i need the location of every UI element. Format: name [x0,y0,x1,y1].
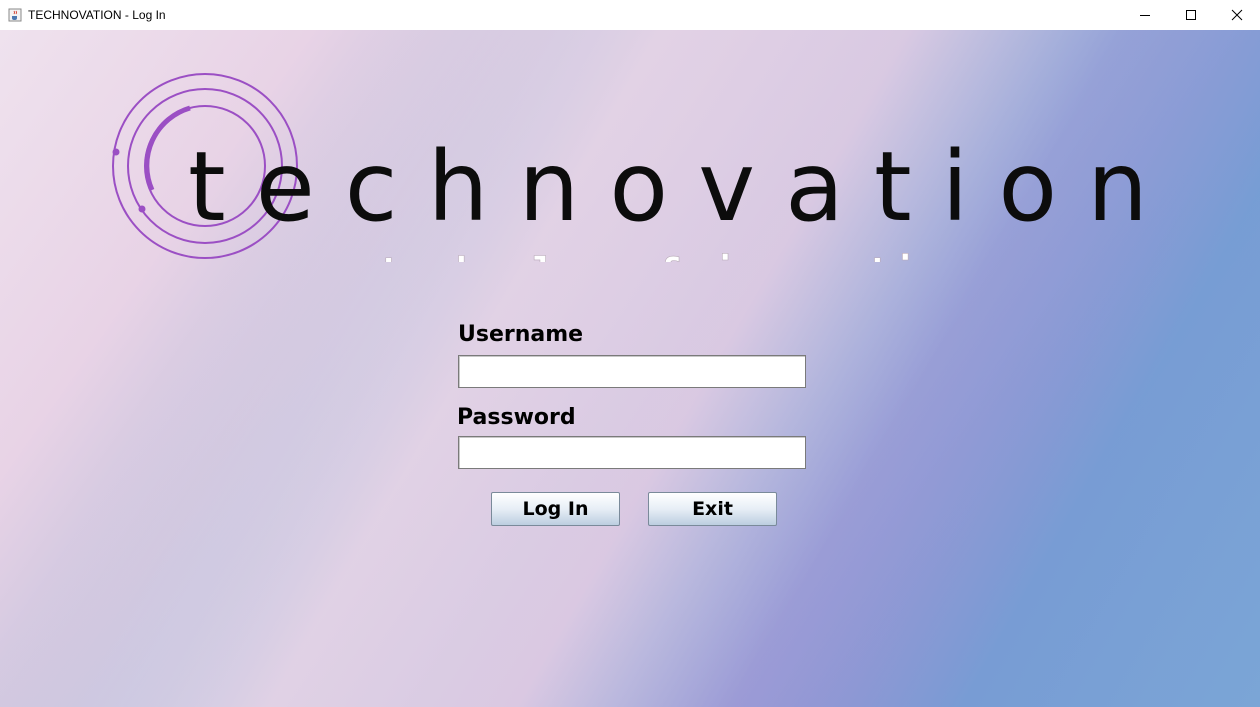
brand-tagline: technology & innovation [378,250,968,262]
java-cup-icon [7,7,23,23]
minimize-icon [1140,15,1150,16]
window-controls [1122,0,1260,30]
title-bar: TECHNOVATION - Log In [0,0,1260,30]
minimize-button[interactable] [1122,0,1168,30]
maximize-icon [1186,10,1196,20]
close-icon [1231,9,1243,21]
password-input[interactable] [458,436,806,469]
password-label: Password [457,405,576,430]
brand-wordmark: technovation [188,131,1148,243]
username-input[interactable] [458,355,806,388]
username-label: Username [458,322,584,347]
orbit-dot [138,205,146,213]
maximize-button[interactable] [1168,0,1214,30]
orbit-dot [112,148,120,156]
login-panel: technovation technology & innovation Use… [0,30,1260,707]
close-button[interactable] [1214,0,1260,30]
exit-button[interactable]: Exit [648,492,777,526]
technovation-logo: technovation technology & innovation [112,73,1148,262]
login-button[interactable]: Log In [491,492,620,526]
window-title: TECHNOVATION - Log In [28,8,166,22]
